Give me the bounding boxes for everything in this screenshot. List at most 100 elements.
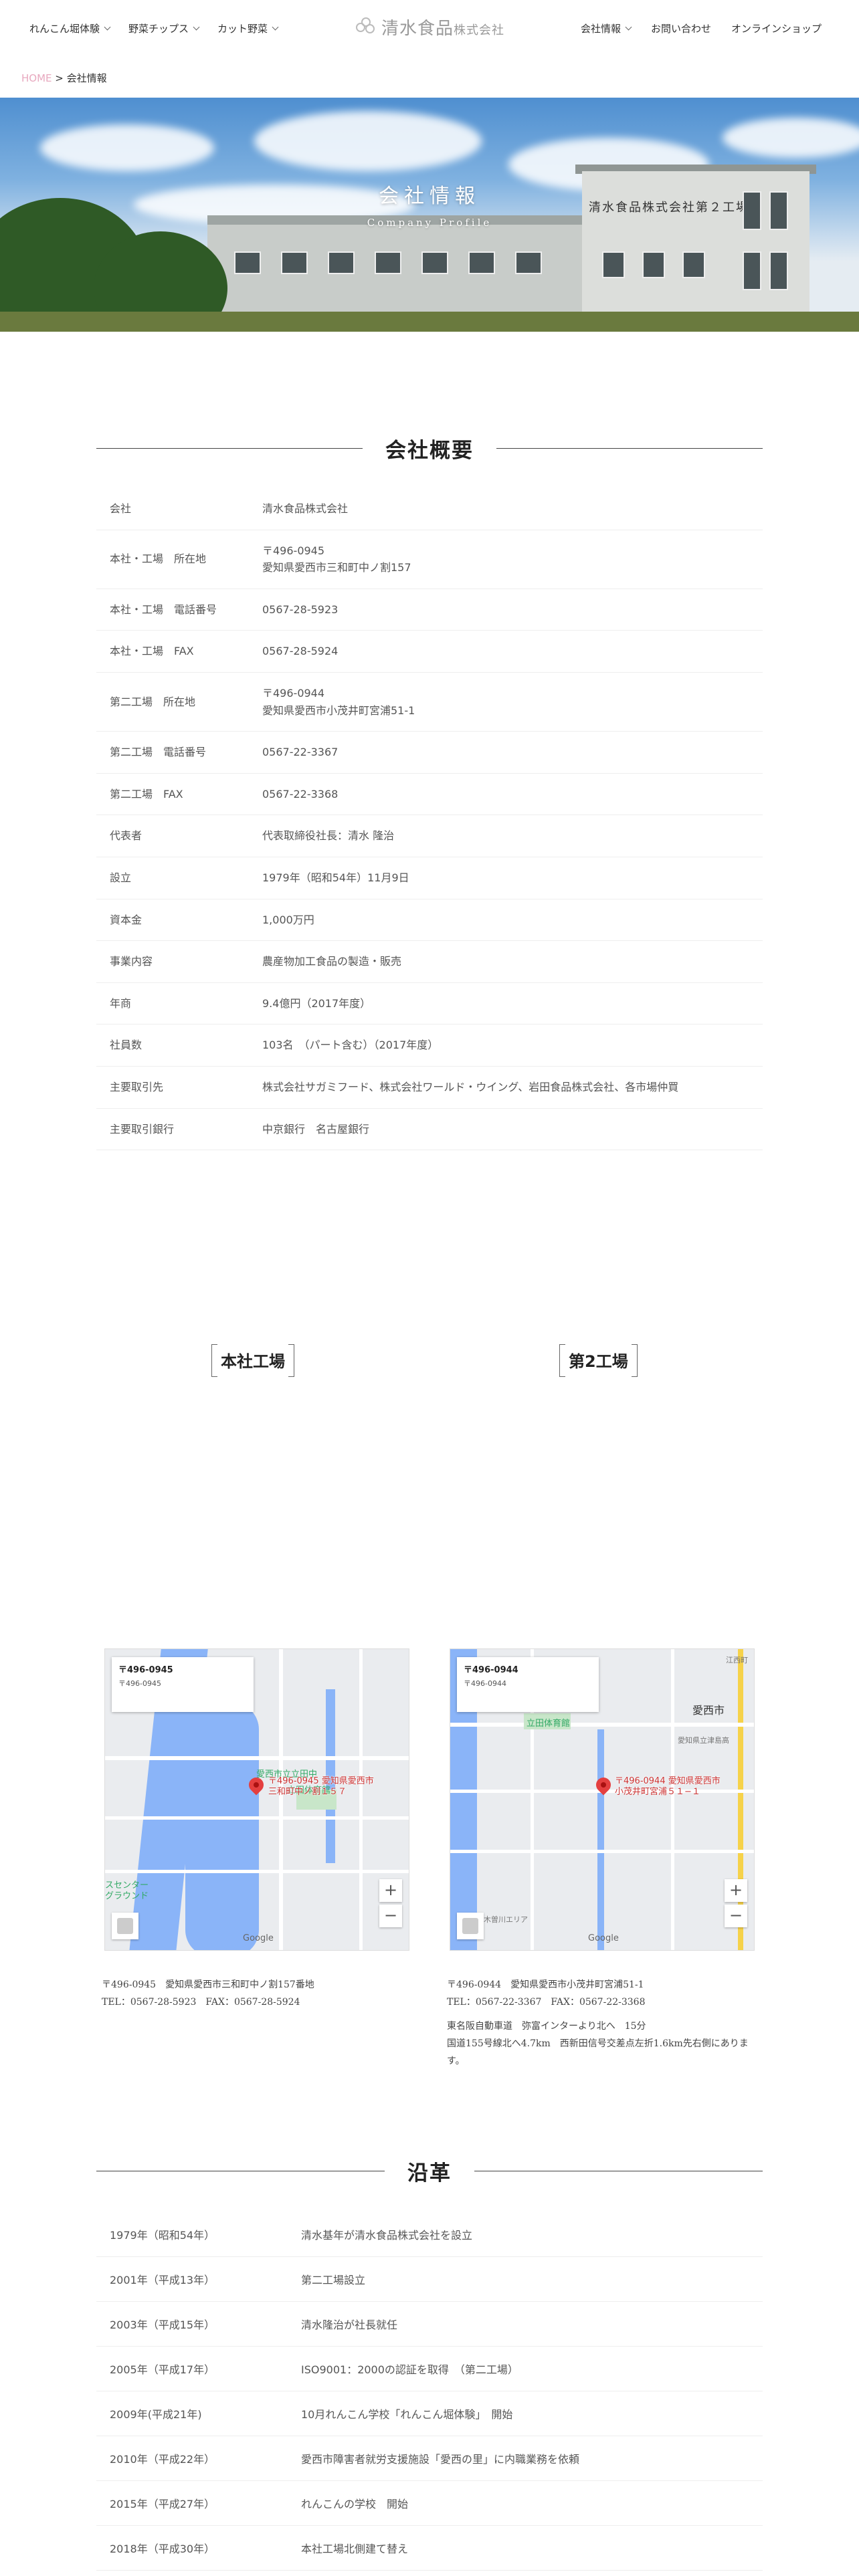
map-pin-label: 〒496-0944 愛知県愛西市小茂井町宮浦５１−１ [615, 1776, 721, 1797]
nav-item-contact[interactable]: お問い合わせ [651, 21, 711, 35]
cloud-shape [723, 118, 859, 158]
zoom-in-button[interactable]: + [725, 1879, 747, 1902]
info-title: 〒496-0944 [464, 1665, 518, 1675]
row-value: 0567-28-5923 [262, 603, 339, 616]
zoom-out-button[interactable]: − [725, 1905, 747, 1927]
table-row: 1979年（昭和54年） 清水基年が清水食品株式会社を設立 [96, 2212, 763, 2257]
window-shape [421, 251, 448, 274]
road-shape [671, 1649, 674, 1950]
nav-item-label: お問い合わせ [650, 23, 711, 35]
address-line: 〒496-0944 愛知県愛西市小茂井町宮浦51-1 [447, 1979, 644, 1990]
nav-item-label: カット野菜 [217, 23, 268, 35]
logo-mark-icon [356, 17, 376, 37]
chevron-down-icon [104, 23, 111, 31]
google-logo: Google [243, 1933, 274, 1943]
table-row: 本社・工場 FAX 0567-28-5924 [96, 631, 763, 673]
row-value: 〒496-0944 愛知県愛西市小茂井町宮浦51-1 [262, 686, 415, 717]
main-factory-heading: 本社工場 [211, 1344, 294, 1377]
table-row: 本社・工場 所在地 〒496-0945 愛知県愛西市三和町中ノ割157 [96, 530, 763, 589]
table-row: 本社・工場 電話番号 0567-28-5923 [96, 589, 763, 631]
info-title: 〒496-0945 [118, 1665, 173, 1675]
row-value: 代表取締役社長：清水 隆治 [262, 829, 395, 843]
history-year: 2003年（平成15年） [110, 2319, 215, 2331]
nav-item-renkon-experience[interactable]: れんこん堀体験 [29, 21, 111, 35]
history-event: 10月れんこん学校「れんこん堀体験」 開始 [301, 2408, 513, 2421]
history-year: 2010年（平成22年） [110, 2453, 215, 2466]
row-key: 第二工場 電話番号 [110, 746, 207, 759]
table-row: 年商 9.4億円（2017年度） [96, 983, 763, 1025]
row-key: 主要取引先 [110, 1080, 164, 1093]
breadcrumb: HOME > 会社情報 [21, 71, 107, 85]
map-info-box[interactable]: 〒496-0945 〒496-0945 [112, 1657, 254, 1712]
tel-line: TEL：0567-22-3367 FAX：0567-22-3368 [447, 1996, 646, 2008]
history-year: 2005年（平成17年） [110, 2363, 215, 2376]
table-row: 2003年（平成15年） 清水隆治が社長就任 [96, 2302, 763, 2347]
row-key: 代表者 [110, 829, 142, 843]
hero-subtitle: Company Profile [367, 217, 492, 229]
row-key: 設立 [110, 871, 132, 884]
map-place-label: 立田体育館 [527, 1719, 571, 1729]
access-directions: 東名阪自動車道 弥富インターより北へ 15分 国道155号線北へ4.7km 西新… [447, 2020, 749, 2066]
table-row: 社員数 103名 （パート含む）（2017年度） [96, 1025, 763, 1067]
row-key: 本社・工場 電話番号 [110, 603, 217, 616]
row-value: 1979年（昭和54年）11月9日 [262, 871, 409, 884]
map-place-label: グラウンド [105, 1891, 149, 1901]
heading-rule [496, 448, 763, 449]
breadcrumb-home-link[interactable]: HOME [21, 72, 52, 84]
history-year: 1979年（昭和54年） [110, 2229, 215, 2242]
window-shape [602, 251, 625, 278]
overview-heading: 会社概要 [96, 433, 763, 463]
map-info-box[interactable]: 〒496-0944 〒496-0944 [457, 1657, 599, 1712]
breadcrumb-current: 会社情報 [66, 72, 107, 84]
logo-text: 清水食品株式会社 [381, 19, 505, 39]
street-view-icon[interactable] [112, 1913, 138, 1939]
second-factory-heading: 第2工場 [559, 1344, 638, 1377]
window-shape [682, 251, 705, 278]
cloud-shape [40, 124, 214, 171]
table-row: 第二工場 FAX 0567-22-3368 [96, 774, 763, 816]
nav-item-online-shop[interactable]: オンラインショップ [731, 21, 822, 35]
row-key: 事業内容 [110, 955, 153, 968]
primary-nav-right: 会社情報 お問い合わせ オンラインショップ [581, 21, 822, 35]
cloud-shape [254, 111, 482, 171]
history-event: ISO9001：2000の認証を取得 （第二工場） [301, 2363, 518, 2376]
row-value: 0567-22-3368 [262, 787, 339, 800]
table-row: 主要取引先 株式会社サガミフード、株式会社ワールド・ウイング、岩田食品株式会社、各… [96, 1067, 763, 1109]
address-line: 〒496-0945 愛知県愛西市三和町中ノ割157番地 [102, 1979, 314, 1990]
second-factory-address: 〒496-0944 愛知県愛西市小茂井町宮浦51-1 TEL：0567-22-3… [447, 1977, 761, 2070]
zoom-out-button[interactable]: − [379, 1905, 402, 1927]
row-value: 清水食品株式会社 [262, 502, 349, 515]
map-place-label: 江西町 [726, 1656, 748, 1665]
nav-item-cut-vegetables[interactable]: カット野菜 [217, 21, 279, 35]
map-place-label: 木曽川エリア [484, 1915, 528, 1924]
map-place-label: 愛知県立津島高 [678, 1736, 729, 1745]
history-heading: 沿革 [96, 2156, 763, 2186]
nav-item-vegetable-chips[interactable]: 野菜チップス [128, 21, 200, 35]
history-event: 清水基年が清水食品株式会社を設立 [301, 2229, 473, 2242]
row-value: 0567-22-3367 [262, 746, 339, 759]
hero-title: 会社情報 [379, 185, 480, 208]
table-row: 主要取引銀行 中京銀行 名古屋銀行 [96, 1109, 763, 1151]
tel-line: TEL：0567-28-5923 FAX：0567-28-5924 [102, 1996, 300, 2008]
table-row: 2015年（平成27年） れんこんの学校 開始 [96, 2481, 763, 2526]
table-row: 第二工場 電話番号 0567-22-3367 [96, 732, 763, 774]
row-key: 社員数 [110, 1039, 142, 1052]
street-view-icon[interactable] [457, 1913, 484, 1939]
site-logo[interactable]: 清水食品株式会社 [356, 15, 504, 39]
window-shape [515, 251, 542, 274]
second-factory-map[interactable]: 〒496-0944 〒496-0944 愛西市 立田体育館 江西町 愛知県立津島… [450, 1648, 755, 1951]
nav-item-company-info[interactable]: 会社情報 [581, 21, 632, 35]
table-row: 第二工場 所在地 〒496-0944 愛知県愛西市小茂井町宮浦51-1 [96, 673, 763, 732]
section-title: 会社概要 [385, 439, 474, 463]
row-value: 9.4億円（2017年度） [262, 996, 371, 1010]
table-row: 代表者 代表取締役社長：清水 隆治 [96, 815, 763, 857]
zoom-in-button[interactable]: + [379, 1879, 402, 1902]
table-row: 2005年（平成17年） ISO9001：2000の認証を取得 （第二工場） [96, 2347, 763, 2391]
history-year: 2018年（平成30年） [110, 2543, 215, 2555]
road-shape [105, 1816, 409, 1820]
table-row: 2018年（平成30年） 本社工場北側建て替え [96, 2526, 763, 2571]
chevron-down-icon [272, 23, 279, 31]
main-factory-map[interactable]: 〒496-0945 〒496-0945 愛西市立立田中 立田体育館 スセンター … [104, 1648, 409, 1951]
window-shape [281, 251, 308, 274]
history-year: 2001年（平成13年） [110, 2274, 215, 2286]
